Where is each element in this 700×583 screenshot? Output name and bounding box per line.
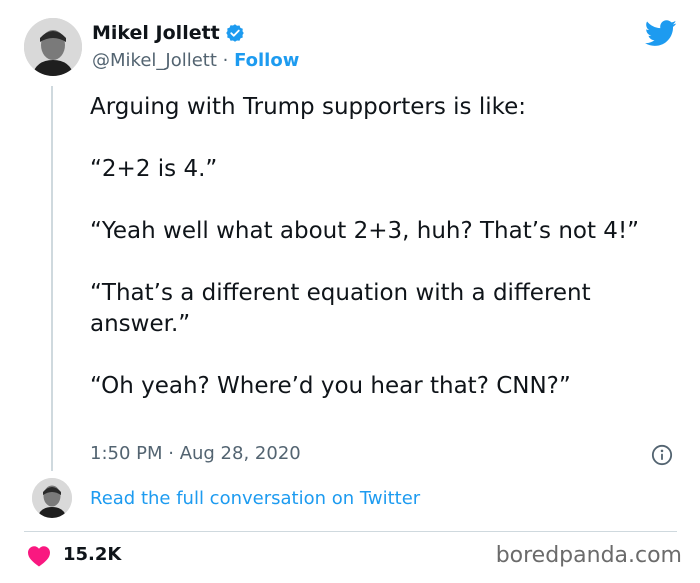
source-watermark: boredpanda.com: [495, 543, 682, 568]
tweet-paragraph: “Yeah well what about 2+3, huh? That’s n…: [90, 218, 640, 244]
tweet-paragraph: “Oh yeah? Where’d you hear that? CNN?”: [90, 373, 571, 399]
verified-badge-icon: [226, 24, 244, 42]
info-icon[interactable]: [651, 444, 673, 466]
like-count: 15.2K: [63, 544, 122, 565]
thread-connector-line: [51, 86, 53, 471]
author-display-name[interactable]: Mikel Jollett: [92, 22, 245, 44]
conversation-avatar[interactable]: [32, 478, 72, 518]
tweet-paragraph: Arguing with Trump supporters is like:: [90, 94, 527, 120]
author-handle[interactable]: @Mikel_Jollett: [92, 50, 217, 71]
read-conversation-link[interactable]: Read the full conversation on Twitter: [90, 488, 420, 509]
follow-button[interactable]: Follow: [234, 50, 299, 71]
author-name-text[interactable]: Mikel Jollett: [92, 22, 220, 44]
author-handle-row: @Mikel_Jollett · Follow: [92, 50, 299, 71]
divider: [24, 531, 677, 532]
handle-separator: ·: [216, 50, 235, 71]
twitter-bird-icon[interactable]: [645, 20, 677, 47]
tweet-timestamp[interactable]: 1:50 PM · Aug 28, 2020: [90, 443, 301, 464]
tweet-paragraph: “2+2 is 4.”: [90, 156, 218, 182]
heart-icon[interactable]: [27, 545, 51, 567]
author-avatar[interactable]: [24, 18, 82, 76]
tweet-paragraph: “That’s a different equation with a diff…: [90, 280, 591, 337]
tweet-text: Arguing with Trump supporters is like: “…: [90, 92, 665, 402]
